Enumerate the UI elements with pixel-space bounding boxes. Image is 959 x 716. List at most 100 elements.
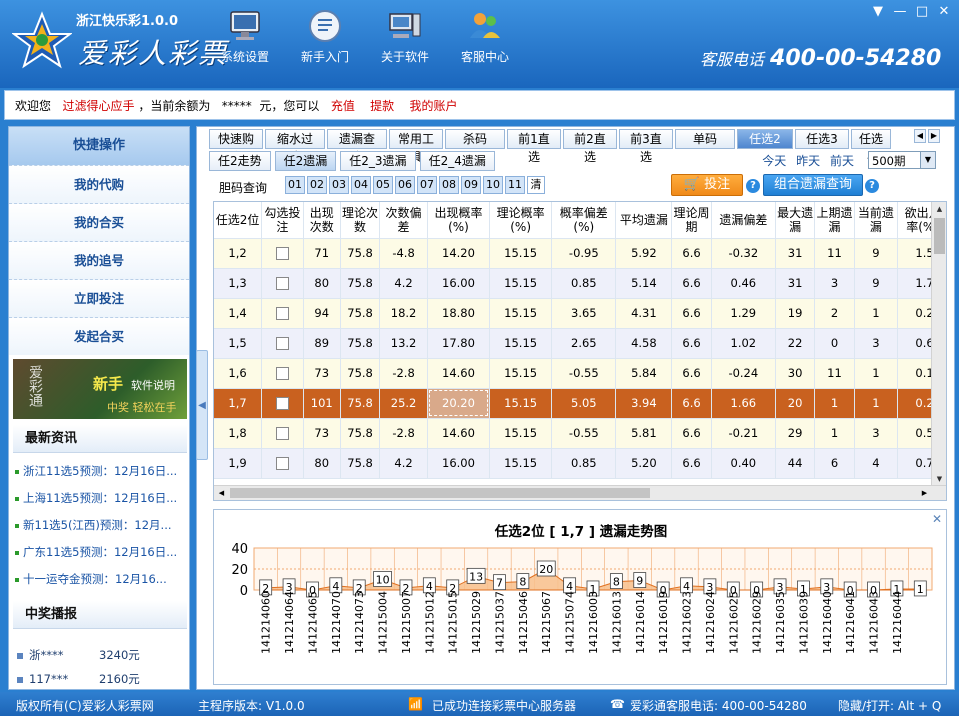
tab-item[interactable]: 前1直选 (507, 129, 561, 164)
clear-button[interactable]: 清 (527, 176, 545, 194)
news-item[interactable]: 新11选5(江西)预测：12月... (15, 517, 187, 533)
tab-scroll-right-icon[interactable]: ▶ (928, 129, 940, 143)
sidebar-item-my-chase[interactable]: 我的追号 (9, 241, 189, 279)
nav-about-software[interactable]: 关于软件 (370, 8, 440, 74)
scroll-thumb[interactable] (230, 488, 650, 498)
column-header[interactable]: 理论周期 (671, 202, 712, 239)
number-ball[interactable]: 09 (461, 176, 481, 194)
subtab-item[interactable]: 任2走势 (209, 151, 271, 171)
table-cell[interactable] (261, 388, 304, 419)
table-cell[interactable] (261, 238, 304, 269)
number-ball[interactable]: 11 (505, 176, 525, 194)
scroll-down-icon[interactable]: ▼ (932, 472, 946, 486)
day-yesterday-link[interactable]: 昨天 (796, 154, 820, 168)
scroll-thumb[interactable] (934, 218, 945, 254)
nav-customer-service[interactable]: 客服中心 (450, 8, 520, 74)
column-header[interactable]: 任选2位 (214, 202, 263, 239)
column-header[interactable]: 当前遗漏 (854, 202, 899, 239)
table-cell[interactable] (261, 298, 304, 329)
sidebar-item-my-group-buy[interactable]: 我的合买 (9, 203, 189, 241)
number-ball[interactable]: 10 (483, 176, 503, 194)
column-header[interactable]: 理论概率(%) (489, 202, 553, 239)
tab-item[interactable]: 任选3 (795, 129, 849, 149)
column-header[interactable]: 出现次数 (303, 202, 341, 239)
column-header[interactable]: 出现概率(%) (427, 202, 491, 239)
bet-checkbox[interactable] (275, 277, 289, 290)
number-ball[interactable]: 03 (329, 176, 349, 194)
column-header[interactable]: 遗漏偏差 (711, 202, 776, 239)
table-cell[interactable] (261, 328, 304, 359)
bet-button[interactable]: 🛒 投注 (671, 174, 743, 196)
tab-item[interactable]: 缩水过滤 (265, 129, 325, 164)
number-ball[interactable]: 06 (395, 176, 415, 194)
tab-item[interactable]: 单码 (675, 129, 735, 149)
vertical-scrollbar[interactable]: ▲ ▼ (931, 202, 946, 486)
chevron-down-icon[interactable]: ▼ (920, 152, 935, 168)
tab-item[interactable]: 遗漏查询 (327, 129, 387, 164)
number-ball[interactable]: 08 (439, 176, 459, 194)
table-row[interactable]: 1,8 73 75.8 -2.8 14.60 15.15 -0.55 5.81 6.6 -0.21… (214, 418, 946, 449)
tab-item[interactable]: 杀码 (445, 129, 505, 149)
scroll-up-icon[interactable]: ▲ (932, 202, 946, 216)
table-row[interactable]: 1,4 94 75.8 18.2 18.80 15.15 3.65 4.31 6.6 1.29 19… (214, 298, 946, 329)
number-ball[interactable]: 05 (373, 176, 393, 194)
news-item[interactable]: 广东11选5预测：12月16日... (15, 544, 187, 560)
news-item[interactable]: 十一运夺金预测：12月16... (15, 571, 187, 587)
column-header[interactable]: 概率偏差(%) (551, 202, 617, 239)
sidebar-item-my-orders[interactable]: 我的代购 (9, 165, 189, 203)
combo-query-button[interactable]: 组合遗漏查询 (763, 174, 863, 196)
period-select[interactable]: 500期 ▼ (868, 151, 936, 169)
number-ball[interactable]: 02 (307, 176, 327, 194)
scroll-right-icon[interactable]: ▶ (917, 486, 932, 500)
table-cell[interactable] (261, 268, 304, 299)
bet-checkbox[interactable] (275, 247, 289, 260)
withdraw-link[interactable]: 提款 (370, 99, 394, 113)
scroll-left-icon[interactable]: ◀ (214, 486, 229, 500)
bet-checkbox[interactable] (275, 457, 289, 470)
bet-checkbox[interactable] (275, 307, 289, 320)
subtab-item[interactable]: 任2_4遗漏 (419, 151, 495, 171)
tab-item[interactable]: 前3直选 (619, 129, 673, 164)
sidebar-item-start-group-buy[interactable]: 发起合买 (9, 317, 189, 355)
help-icon[interactable]: ? (746, 179, 760, 193)
column-header[interactable]: 上期遗漏 (814, 202, 855, 239)
close-button[interactable]: ✕ (935, 4, 953, 20)
recharge-link[interactable]: 充值 (331, 99, 355, 113)
column-header[interactable]: 最大遗漏 (775, 202, 816, 239)
tab-item[interactable]: 快速购彩 (209, 129, 263, 164)
number-ball[interactable]: 07 (417, 176, 437, 194)
table-cell[interactable] (261, 448, 304, 479)
tab-scroll-left-icon[interactable]: ◀ (914, 129, 926, 143)
table-row[interactable]: 1,7 101 75.8 25.2 20.20 15.15 5.05 3.94 6.6 1.66 2… (214, 388, 946, 419)
tab-item[interactable]: 前2直选 (563, 129, 617, 164)
my-account-link[interactable]: 我的账户 (409, 99, 457, 113)
number-ball[interactable]: 04 (351, 176, 371, 194)
bet-checkbox[interactable] (275, 367, 289, 380)
table-row[interactable]: 1,6 73 75.8 -2.8 14.60 15.15 -0.55 5.84 6.6 -0.24… (214, 358, 946, 389)
horizontal-scrollbar[interactable]: ◀ ▶ (214, 485, 946, 500)
tab-item[interactable]: 常用工具 (389, 129, 443, 164)
nav-system-settings[interactable]: 系统设置 (210, 8, 280, 74)
help-icon[interactable]: ? (865, 179, 879, 193)
column-header[interactable]: 勾选投注 (261, 202, 304, 239)
table-row[interactable]: 1,3 80 75.8 4.2 16.00 15.15 0.85 5.14 6.6 0.46 31 3… (214, 268, 946, 299)
subtab-item[interactable]: 任2遗漏 (274, 151, 337, 171)
table-row[interactable]: 1,2 71 75.8 -4.8 14.20 15.15 -0.95 5.92 6.6 -0.32… (214, 238, 946, 269)
table-cell[interactable] (261, 358, 304, 389)
tab-item[interactable]: 任选4 (851, 129, 891, 164)
column-header[interactable]: 次数偏差 (379, 202, 428, 239)
bet-checkbox[interactable] (275, 397, 289, 410)
number-ball[interactable]: 01 (285, 176, 305, 194)
menu-dropdown-button[interactable]: ▼ (869, 4, 887, 20)
day-before-yesterday-link[interactable]: 前天 (830, 154, 854, 168)
table-row[interactable]: 1,5 89 75.8 13.2 17.80 15.15 2.65 4.58 6.6 1.02 22… (214, 328, 946, 359)
sidebar-collapse-handle[interactable]: ◀ (196, 350, 208, 460)
column-header[interactable]: 理论次数 (340, 202, 381, 239)
promo-banner[interactable]: 爱彩通 新手 软件说明 中奖 轻松在手 (13, 359, 187, 419)
nav-beginner-guide[interactable]: 新手入门 (290, 8, 360, 74)
bet-checkbox[interactable] (275, 337, 289, 350)
day-today-link[interactable]: 今天 (762, 154, 786, 168)
minimize-button[interactable]: — (891, 4, 909, 20)
table-cell[interactable] (261, 418, 304, 449)
maximize-button[interactable]: □ (913, 4, 931, 20)
